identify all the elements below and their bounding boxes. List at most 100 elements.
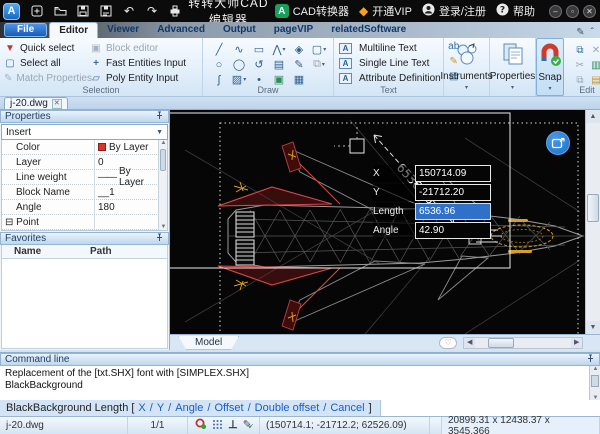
entity-type-select[interactable]: Insert ▼	[1, 124, 168, 140]
block-tool-icon[interactable]: ◈	[289, 42, 309, 57]
property-row[interactable]: Angle 180	[2, 200, 167, 215]
select-all-button[interactable]: ▢ Select all	[4, 56, 88, 71]
properties-icon	[501, 42, 525, 69]
attribute-definition-button[interactable]: A Attribute Definition	[339, 71, 441, 86]
app-logo-icon[interactable]: A	[3, 2, 20, 20]
pencil-dropdown-icon[interactable]: ✎	[576, 27, 584, 38]
tab-editor[interactable]: Editor	[49, 22, 99, 38]
ortho-toggle-icon[interactable]: ⊥	[228, 420, 238, 431]
property-row[interactable]: ⊟ Point	[2, 215, 167, 230]
screenshot-tool-button[interactable]	[546, 131, 570, 155]
minimize-button[interactable]: –	[549, 4, 562, 18]
line-tool-icon[interactable]: ╱	[209, 42, 229, 57]
pin-icon[interactable]	[586, 354, 595, 365]
quick-view-button[interactable]: ♡	[439, 336, 458, 349]
raster-image-tool-icon[interactable]: ▤	[269, 57, 289, 72]
poly-entity-input-button[interactable]: ▱ Poly Entity Input	[90, 71, 202, 86]
pen-tool-icon[interactable]: ✎	[289, 57, 309, 72]
chevron-down-icon: ▼	[156, 128, 163, 136]
pin-icon[interactable]	[155, 111, 164, 122]
x-value-field[interactable]: 150714.09	[415, 165, 491, 182]
model-tab[interactable]: Model	[178, 336, 239, 350]
vertical-scroll-thumb[interactable]	[587, 194, 599, 222]
horizontal-scroll-thumb[interactable]	[488, 337, 515, 348]
vertical-scrollbar[interactable]: ▲ ▼	[585, 110, 600, 334]
pin-icon[interactable]	[155, 233, 164, 244]
drawing-canvas[interactable]: 6536.96 X 150714.09 Y -21712.20 Length 6…	[170, 110, 585, 334]
multiline-tool-icon[interactable]: ⋀ ▾	[269, 42, 289, 57]
maximize-button[interactable]: ▫	[566, 4, 579, 18]
property-row[interactable]: Line weight ——By Layer▼	[2, 166, 167, 188]
fast-entities-input-button[interactable]: + Fast Entities Input	[90, 56, 202, 71]
svg-text:?: ?	[500, 6, 505, 16]
property-row[interactable]: Color By Layer	[2, 140, 167, 155]
length-value-field[interactable]: 6536.96	[415, 203, 491, 220]
save-icon[interactable]	[76, 4, 90, 18]
properties-panel-header: Properties	[0, 110, 169, 123]
snap-dropdown-icon[interactable]: ▾	[548, 85, 551, 92]
match-properties-button[interactable]: ✎ Match Properties	[4, 71, 92, 86]
property-row[interactable]: Block Name __1	[2, 185, 167, 200]
cad-converter-button[interactable]: A CAD转换器	[274, 3, 349, 19]
block-editor-icon: ▣	[91, 43, 101, 54]
option-angle-link[interactable]: Angle	[175, 402, 203, 414]
close-document-icon[interactable]: ✕	[51, 98, 62, 109]
instruments-button[interactable]: Instruments ▾	[440, 38, 493, 96]
delete-icon[interactable]: ✕	[588, 43, 600, 58]
save-as-icon[interactable]	[99, 4, 113, 18]
properties-button[interactable]: Properties ▾	[490, 38, 536, 96]
instruments-dropdown-icon[interactable]: ▾	[465, 84, 468, 91]
cut-icon[interactable]: ✂	[572, 58, 588, 73]
horizontal-scrollbar[interactable]: ◀ ▶	[463, 336, 584, 349]
undo-icon[interactable]: ↶	[122, 4, 136, 18]
arc-tool-icon[interactable]: ↺	[249, 57, 269, 72]
boundary-tool-icon[interactable]: ▢ ▾	[309, 42, 329, 57]
block-editor-button[interactable]: ▣ Block editor	[90, 41, 202, 56]
new-file-icon[interactable]	[30, 4, 44, 18]
y-value-field[interactable]: -21712.20	[415, 184, 491, 201]
circle-tool-icon[interactable]: ○	[209, 57, 229, 72]
properties-scrollbar[interactable]: ▲ ▼	[158, 140, 167, 230]
copy-icon[interactable]: ⧉	[572, 43, 588, 58]
collapse-point-icon[interactable]: ⊟	[5, 217, 13, 228]
tab-advanced[interactable]: Advanced	[148, 22, 214, 38]
angle-value-field[interactable]: 42.90	[415, 222, 491, 239]
tab-pagevip[interactable]: pageVIP	[265, 22, 322, 38]
ellipse-tool-icon[interactable]: ◯	[229, 57, 249, 72]
print-icon[interactable]	[168, 4, 182, 18]
close-button[interactable]: ✕	[583, 4, 596, 18]
single-line-text-button[interactable]: A Single Line Text	[339, 56, 441, 71]
option-y-link[interactable]: Y	[157, 402, 164, 414]
polyline-tool-icon[interactable]: ∿	[229, 42, 249, 57]
properties-dropdown-icon[interactable]: ▾	[511, 84, 514, 91]
help-button[interactable]: ? 帮助	[496, 3, 535, 19]
collapse-ribbon-icon[interactable]: ˆ	[591, 27, 594, 38]
favorites-list[interactable]	[1, 259, 168, 349]
rectangle-tool-icon[interactable]: ▭	[249, 42, 269, 57]
option-x-link[interactable]: X	[138, 402, 145, 414]
region-tool-icon[interactable]: ⧉ ▾	[309, 57, 329, 72]
quick-select-button[interactable]: ▼ Quick select	[4, 41, 88, 56]
vip-button[interactable]: ◆ 开通VIP	[359, 3, 412, 19]
tab-viewer[interactable]: Viewer	[98, 22, 148, 38]
grid-toggle-icon[interactable]	[212, 419, 223, 433]
option-cancel-link[interactable]: Cancel	[330, 402, 364, 414]
option-offset-link[interactable]: Offset	[214, 402, 243, 414]
snap-button[interactable]: Snap ▾	[536, 38, 564, 96]
login-button[interactable]: 登录/注册	[422, 3, 486, 19]
tab-file[interactable]: File	[4, 23, 48, 37]
multiline-text-button[interactable]: A Multiline Text	[339, 41, 441, 56]
object-snap-toggle-icon[interactable]	[195, 418, 207, 433]
redo-icon[interactable]: ↷	[145, 4, 159, 18]
document-tab[interactable]: j-20.dwg ✕	[4, 97, 68, 109]
draw-mode-toggle-icon[interactable]: ✎ ✓	[243, 420, 255, 432]
single-line-text-icon: A	[339, 58, 352, 69]
tab-output[interactable]: Output	[214, 22, 265, 38]
open-file-icon[interactable]	[53, 4, 67, 18]
command-scrollbar[interactable]: ▲ ▼	[589, 366, 600, 401]
option-double-offset-link[interactable]: Double offset	[255, 402, 320, 414]
snap-magnet-icon	[537, 43, 563, 70]
command-history[interactable]: Replacement of the [txt.SHX] font with […	[0, 366, 600, 401]
paste-icon[interactable]: ▥	[588, 58, 600, 73]
tab-relatedsoftware[interactable]: relatedSoftware	[322, 22, 415, 38]
